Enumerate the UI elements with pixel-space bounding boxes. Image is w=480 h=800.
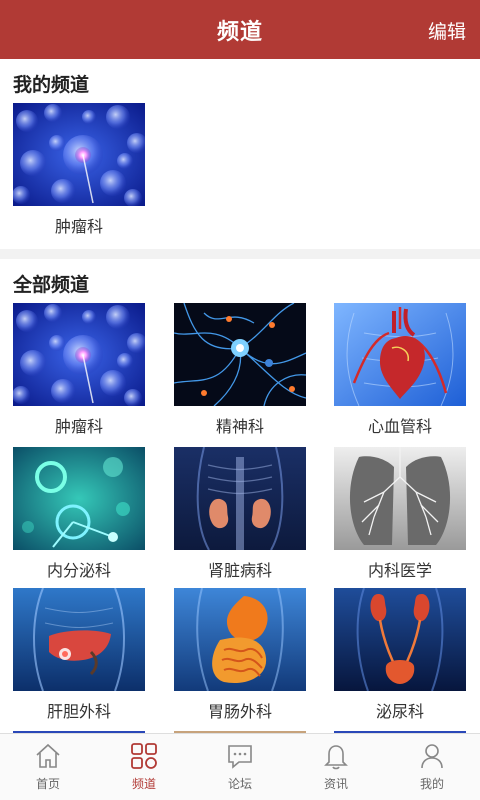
heart-image [334,303,466,406]
channel-screen: 频道 编辑 我的频道 肿瘤科 全部频道 肿瘤科 精神科 心血管科 内分泌科 肾脏… [0,0,480,800]
page-title: 频道 [216,19,263,45]
nav-channel-label: 频道 [131,777,156,791]
channel-item-cardiology[interactable]: 心血管科 [334,303,466,437]
channel-label: 内分泌科 [46,561,111,580]
cells-image [13,103,145,206]
nav-news-label: 资讯 [323,777,348,791]
channel-label: 内科医学 [367,561,432,580]
home-icon [36,743,60,768]
channel-label: 肿瘤科 [54,417,103,436]
edit-button[interactable]: 编辑 [428,17,466,44]
bell-icon [324,745,348,770]
nav-mine-label: 我的 [419,777,444,791]
nav-mine[interactable]: 我的 [384,734,480,800]
lungs-image [334,447,466,550]
forum-chat-icon [228,745,252,769]
channel-grid-icon [131,743,157,769]
channel-label: 精神科 [215,417,264,436]
channel-label: 肾脏病科 [207,561,272,580]
channel-item-internal-medicine[interactable]: 内科医学 [334,447,466,581]
nav-forum[interactable]: 论坛 [192,734,288,800]
nav-news[interactable]: 资讯 [288,734,384,800]
user-icon [421,744,443,769]
channel-item-urology[interactable]: 泌尿科 [334,588,466,722]
nav-channel[interactable]: 频道 [96,734,192,800]
urinary-image [334,588,466,691]
nav-forum-label: 论坛 [227,777,252,791]
section-divider [0,249,480,259]
channel-item-psychiatry[interactable]: 精神科 [174,303,306,437]
all-channels-title: 全部频道 [13,274,90,296]
neurons-image [174,303,306,406]
channel-label: 肝胆外科 [46,702,111,721]
channel-label: 心血管科 [367,417,432,436]
channel-item-gastrointestinal-surgery[interactable]: 胃肠外科 [174,588,306,722]
molecules-image [13,447,145,550]
bottom-nav: 首页 频道 论坛 资讯 我的 [0,733,480,800]
my-channel-item-oncology[interactable]: 肿瘤科 [13,103,145,237]
liver-image [13,588,145,691]
my-channels-title: 我的频道 [13,74,90,96]
cells-image [13,303,145,406]
channel-label: 泌尿科 [375,702,424,721]
channel-item-oncology[interactable]: 肿瘤科 [13,303,145,437]
channel-item-endocrinology[interactable]: 内分泌科 [13,447,145,581]
channel-item-hepatobiliary-surgery[interactable]: 肝胆外科 [13,588,145,722]
channel-label: 肿瘤科 [54,217,103,236]
channel-label: 胃肠外科 [207,702,272,721]
channel-item-nephrology[interactable]: 肾脏病科 [174,447,306,581]
stomach-image [174,588,306,691]
kidney-image [174,447,306,550]
header-bar: 频道 编辑 [0,0,480,59]
nav-home[interactable]: 首页 [0,734,96,800]
nav-home-label: 首页 [35,777,60,791]
